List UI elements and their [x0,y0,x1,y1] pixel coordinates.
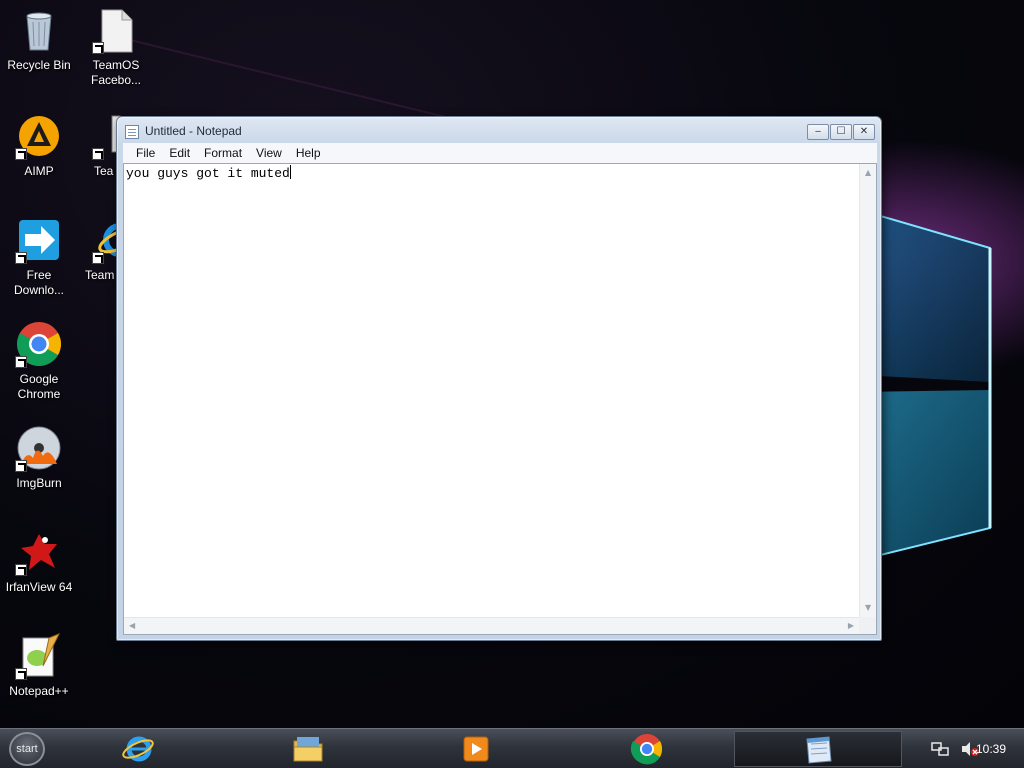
menu-bar: File Edit Format View Help [123,143,877,163]
system-tray [922,729,980,768]
menu-view[interactable]: View [249,146,289,160]
network-icon[interactable] [930,739,950,759]
desktop-icon-free-download-manager[interactable]: Free Downlo... [0,216,78,298]
menu-format[interactable]: Format [197,146,249,160]
scroll-down-arrow-icon[interactable]: ▼ [865,603,871,613]
window-title: Untitled - Notepad [145,124,242,138]
folder-icon [293,737,323,762]
menu-help[interactable]: Help [289,146,328,160]
taskbar-google-chrome[interactable] [627,732,667,766]
maximize-button[interactable]: ☐ [830,124,852,140]
editor-text: you guys got it muted [126,165,291,181]
internet-explorer-icon [122,736,154,762]
desktop-icon-teamos-facebook[interactable]: TeamOS Facebo... [77,6,155,88]
shortcut-arrow-icon [15,668,27,680]
shortcut-arrow-icon [15,148,27,160]
shortcut-arrow-icon [15,460,27,472]
taskbar-clock[interactable]: 10:39 [976,742,1006,756]
minimize-button[interactable]: ‒ [807,124,829,140]
menu-file[interactable]: File [129,146,162,160]
shortcut-arrow-icon [15,564,27,576]
editor-content: you guys got it muted [126,166,290,181]
notepad-icon [806,736,832,764]
desktop-icon-label: Free Downlo... [13,268,65,297]
desktop-icon-google-chrome[interactable]: Google Chrome [0,320,78,402]
desktop-icon-notepad-plus-plus[interactable]: Notepad++ [0,632,78,699]
desktop-icon-label: ImgBurn [16,476,62,490]
vertical-scrollbar[interactable]: ▲ ▼ [859,164,876,617]
scroll-left-arrow-icon[interactable]: ◀ [129,621,135,631]
text-caret [289,165,291,179]
scroll-up-arrow-icon[interactable]: ▲ [865,168,871,178]
media-player-icon [463,736,489,762]
notepad-window[interactable]: Untitled - Notepad ‒ ☐ ✕ File Edit Forma… [116,116,882,641]
desktop-icon-label: IrfanView 64 [5,580,73,594]
title-bar[interactable]: Untitled - Notepad ‒ ☐ ✕ [117,117,881,145]
menu-edit[interactable]: Edit [162,146,197,160]
desktop-icon-imgburn[interactable]: ImgBurn [0,424,78,491]
close-button[interactable]: ✕ [853,124,875,140]
recycle-bin-icon [26,12,52,51]
desktop-icon-label: AIMP [24,164,54,178]
desktop-icon-recycle-bin[interactable]: Recycle Bin [0,6,78,73]
taskbar-notepad-active[interactable] [734,731,902,767]
taskbar: start 10:39 [0,728,1024,768]
shortcut-arrow-icon [15,252,27,264]
desktop-icon-label: TeamOS Facebo... [90,58,142,87]
desktop-icon-aimp[interactable]: AIMP [0,112,78,179]
desktop-icon-label: Notepad++ [9,684,69,698]
shortcut-arrow-icon [15,356,27,368]
horizontal-scrollbar[interactable]: ◀ ▶ [124,617,859,634]
start-button[interactable]: start [9,732,45,766]
shortcut-arrow-icon [92,42,104,54]
text-editor-area[interactable]: you guys got it muted ▲ ▼ ◀ ▶ [123,163,877,635]
size-grip[interactable] [859,617,876,634]
shortcut-arrow-icon [92,252,104,264]
desktop-icon-label: Google Chrome [17,372,61,401]
notepad-icon [125,125,139,139]
taskbar-internet-explorer[interactable] [118,732,158,766]
chrome-icon [630,734,663,765]
desktop-icon-label: Recycle Bin [7,58,71,72]
scroll-right-arrow-icon[interactable]: ▶ [848,621,854,631]
taskbar-file-explorer[interactable] [288,732,328,766]
desktop-icon-irfanview[interactable]: IrfanView 64 [0,528,78,595]
shortcut-arrow-icon [92,148,104,160]
taskbar-media-player[interactable] [456,732,496,766]
